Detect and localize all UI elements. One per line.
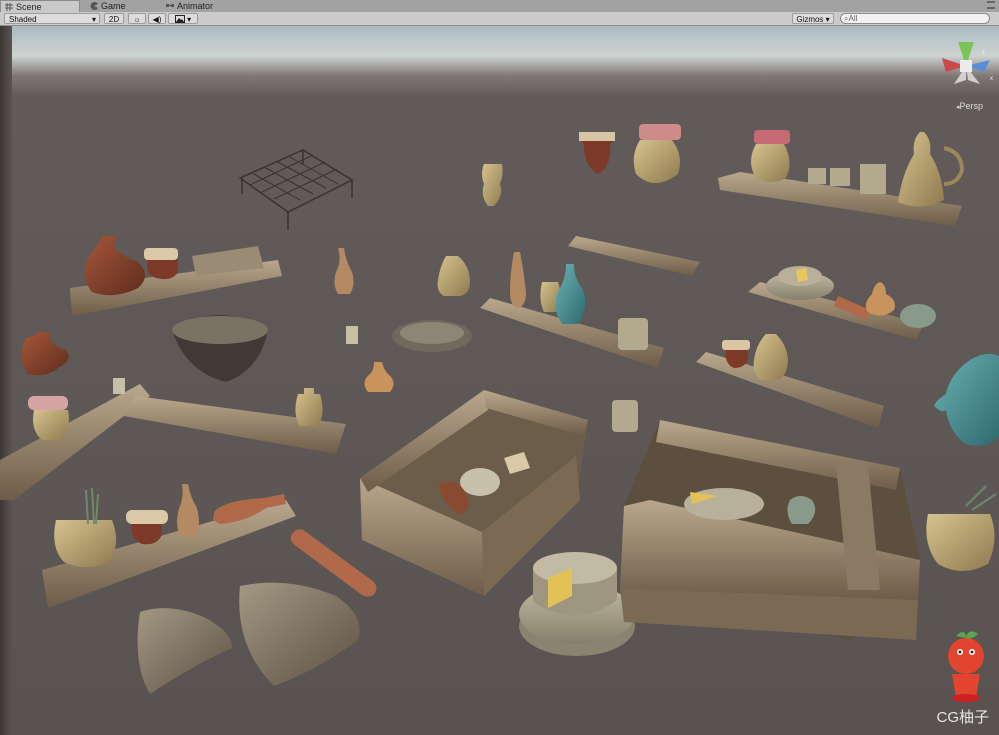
bread-loaf[interactable] — [137, 608, 233, 694]
chevron-down-icon: ▾ — [91, 15, 96, 24]
lighting-toggle-button[interactable]: ☼ — [128, 13, 146, 24]
clay-pot[interactable] — [21, 332, 69, 376]
covered-jar[interactable] — [28, 396, 69, 440]
scene-render: z x — [0, 42, 999, 702]
cup[interactable] — [113, 378, 125, 394]
panel-menu-icon[interactable] — [987, 1, 995, 9]
wooden-shelf[interactable] — [696, 334, 884, 428]
tab-scene-label: Scene — [16, 2, 42, 12]
tab-game[interactable]: Game — [86, 0, 160, 12]
scene-viewport[interactable]: z x ◂Persp CG柚子 — [0, 26, 999, 735]
toggle-2d-button[interactable]: 2D — [104, 13, 124, 24]
small-vase[interactable] — [482, 164, 503, 206]
cheese-wheel[interactable] — [519, 552, 635, 656]
pacman-icon — [90, 2, 98, 10]
orientation-gizmo[interactable]: z x — [942, 42, 993, 84]
wooden-plank[interactable] — [0, 384, 150, 500]
cup[interactable] — [612, 400, 638, 432]
tab-animator[interactable]: Animator — [162, 0, 246, 12]
wooden-shelf[interactable] — [70, 236, 282, 316]
shading-mode-dropdown[interactable]: Shaded ▾ — [4, 13, 100, 24]
scene-toolbar: Shaded ▾ 2D ☼ ◀) ▾ Gizmos ▾ ⌕All — [0, 12, 999, 26]
search-field[interactable]: ⌕All — [840, 13, 990, 24]
wooden-shelf[interactable] — [748, 266, 936, 340]
gourd[interactable] — [364, 362, 394, 392]
svg-text:x: x — [990, 76, 993, 82]
small-jar[interactable] — [295, 388, 323, 426]
watermark-logo — [948, 631, 984, 702]
effects-dropdown[interactable]: ▾ — [168, 13, 198, 24]
wooden-shelf[interactable] — [718, 130, 965, 226]
watermark-text: CG柚子 — [936, 709, 989, 726]
shading-mode-label: Shaded — [9, 15, 37, 24]
image-icon — [174, 15, 185, 23]
basket[interactable] — [926, 485, 997, 571]
projection-label: Persp — [959, 101, 983, 111]
bread-loaf[interactable] — [239, 582, 360, 686]
animator-icon — [166, 4, 174, 7]
gizmos-label: Gizmos — [796, 15, 824, 24]
grid-icon — [5, 3, 13, 11]
tab-animator-label: Animator — [177, 1, 214, 11]
gizmos-dropdown[interactable]: Gizmos ▾ — [792, 13, 834, 24]
chevron-down-icon: ▾ — [825, 15, 830, 24]
teal-jug[interactable] — [934, 353, 999, 446]
tab-game-label: Game — [101, 1, 126, 11]
wire-grill[interactable] — [238, 149, 354, 230]
wooden-shelf[interactable] — [480, 252, 664, 368]
wooden-plank[interactable] — [568, 236, 700, 276]
wooden-bowl[interactable] — [172, 315, 268, 382]
audio-toggle-button[interactable]: ◀) — [148, 13, 166, 24]
tall-bottle[interactable] — [334, 248, 354, 294]
wooden-crate[interactable] — [620, 420, 920, 640]
svg-text:z: z — [982, 50, 985, 56]
speaker-icon: ◀) — [152, 15, 162, 24]
chevron-down-icon: ▾ — [187, 15, 192, 24]
cup[interactable] — [346, 326, 358, 344]
jug[interactable] — [437, 256, 470, 296]
covered-jar[interactable] — [633, 124, 681, 183]
clay-jar[interactable] — [579, 132, 615, 174]
toggle-2d-label: 2D — [108, 15, 120, 24]
projection-toggle[interactable]: ◂Persp — [956, 101, 983, 111]
sun-icon: ☼ — [133, 15, 141, 24]
search-placeholder: All — [848, 14, 858, 23]
flat-plate[interactable] — [392, 320, 472, 352]
